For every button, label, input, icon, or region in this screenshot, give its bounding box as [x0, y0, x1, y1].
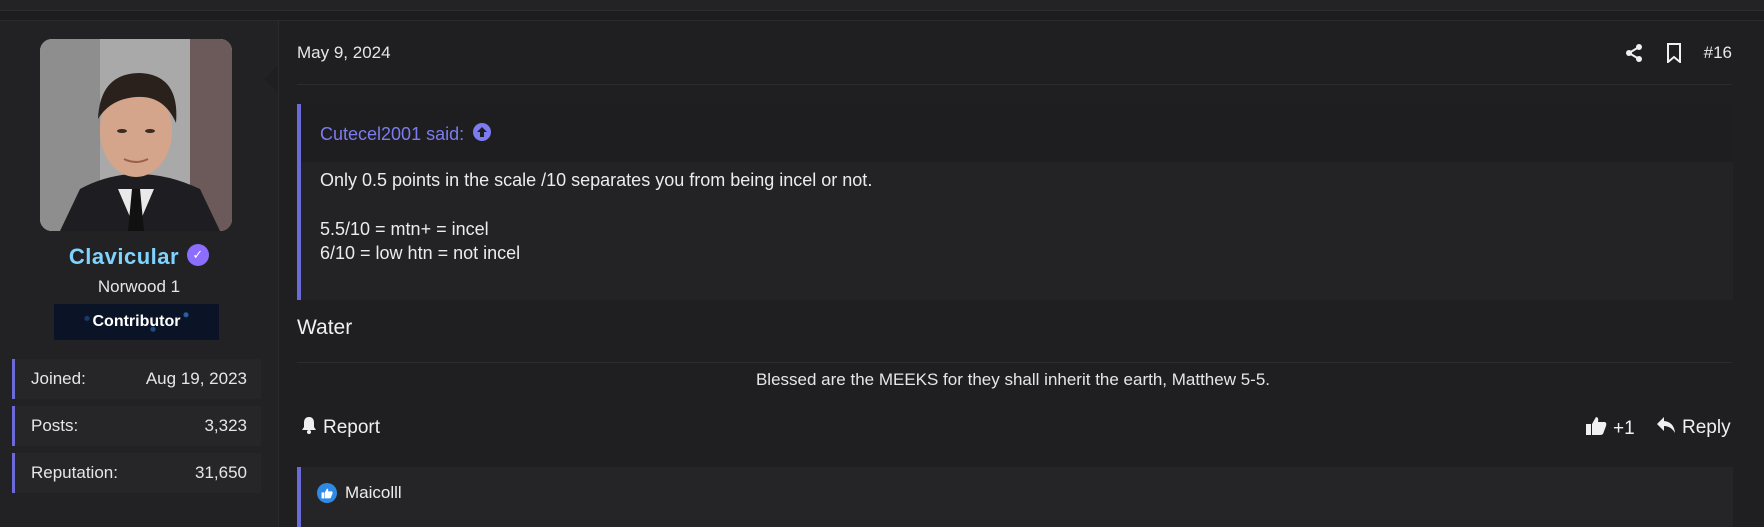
stat-posts: Posts: 3,323: [12, 406, 261, 446]
stat-label: Reputation:: [31, 463, 118, 482]
verified-badge-icon: ✓: [187, 244, 210, 267]
avatar[interactable]: [40, 39, 232, 231]
report-button[interactable]: Report: [301, 416, 380, 440]
username[interactable]: Clavicular ✓: [0, 244, 278, 270]
bell-icon: [301, 416, 317, 440]
post-body: Water: [297, 316, 353, 339]
reply-arrow-icon: [1656, 416, 1676, 440]
reply-button[interactable]: Reply: [1656, 416, 1731, 440]
signature: Blessed are the MEEKS for they shall inh…: [755, 370, 1271, 389]
forum-post: Clavicular ✓ Norwood 1 Contributor Joined…: [0, 20, 1764, 527]
username-text[interactable]: Clavicular: [69, 244, 179, 269]
user-title: Norwood 1: [97, 277, 181, 296]
post-content: May 9, 2024 #16 Cutecel2001 said: Only 0…: [264, 21, 1764, 527]
stat-value: 31,650: [195, 463, 247, 482]
like-button[interactable]: +1: [1585, 416, 1635, 442]
user-info-column: Clavicular ✓ Norwood 1 Contributor Joined…: [0, 21, 279, 527]
stat-value: 3,323: [204, 416, 247, 435]
divider: [297, 84, 1732, 85]
post-tools: #16: [1624, 41, 1732, 65]
report-label[interactable]: Report: [323, 417, 380, 439]
stat-value: Aug 19, 2023: [145, 369, 247, 388]
bookmark-icon[interactable]: [1666, 43, 1682, 63]
avatar-image: [40, 39, 232, 231]
quote-author-link[interactable]: Cutecel2001 said:: [320, 122, 492, 147]
like-reaction-icon: [317, 483, 337, 503]
stat-label: Joined:: [31, 369, 86, 388]
quote-block: Cutecel2001 said: Only 0.5 points in the…: [297, 104, 1733, 300]
quote-line: Only 0.5 points in the scale /10 separat…: [320, 170, 873, 190]
user-banner: Contributor: [54, 304, 219, 340]
quote-line: 5.5/10 = mtn+ = incel: [320, 219, 489, 239]
post-date[interactable]: May 9, 2024: [297, 43, 391, 63]
stat-reputation: Reputation: 31,650: [12, 453, 261, 493]
arrow-up-circle-icon[interactable]: [472, 122, 492, 147]
stat-label: Posts:: [31, 416, 79, 435]
like-count[interactable]: +1: [1613, 418, 1635, 440]
reactions-bar: Maicolll: [297, 467, 1733, 527]
thumbs-up-icon: [1585, 416, 1607, 442]
quote-line: 6/10 = low htn = not incel: [320, 243, 521, 263]
share-icon[interactable]: [1624, 43, 1644, 63]
top-bar: [0, 0, 1764, 11]
quote-header: Cutecel2001 said:: [301, 104, 1733, 162]
post-pointer: [264, 65, 278, 93]
post-number[interactable]: #16: [1704, 43, 1732, 63]
stat-joined: Joined: Aug 19, 2023: [12, 359, 261, 399]
signature-divider: [297, 362, 1732, 363]
reaction-user-name[interactable]: Maicolll: [345, 483, 402, 503]
reply-label[interactable]: Reply: [1682, 417, 1731, 439]
quote-author[interactable]: Cutecel2001 said:: [320, 124, 464, 145]
reaction-entry[interactable]: Maicolll: [317, 483, 402, 503]
